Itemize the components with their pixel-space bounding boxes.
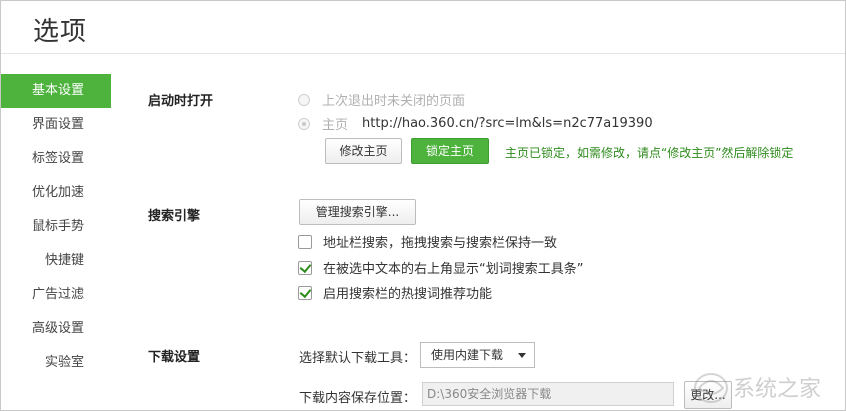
- download-path-input[interactable]: D:\360安全浏览器下载: [422, 382, 674, 406]
- startup-option-last[interactable]: 上次退出时未关闭的页面: [298, 90, 465, 109]
- home-lock-hint: 主页已锁定，如需修改，请点“修改主页”然后解除锁定: [505, 146, 794, 160]
- sidebar: 基本设置 界面设置 标签设置 优化加速 鼠标手势 快捷键 广告过滤 高级设置 实…: [1, 74, 111, 380]
- search-option-sync-label: 地址栏搜索，拖拽搜索与搜索栏保持一致: [323, 236, 558, 251]
- download-tool-value: 使用内建下载: [431, 348, 504, 362]
- window-title: 选项: [33, 17, 88, 47]
- checkbox-hot-words[interactable]: [298, 285, 312, 300]
- search-option-selection-toolbar-label: 在被选中文本的右上角显示“划词搜索工具条”: [323, 262, 584, 277]
- radio-home[interactable]: [298, 117, 310, 130]
- modify-home-button[interactable]: 修改主页: [325, 138, 402, 164]
- radio-last-session[interactable]: [298, 93, 310, 106]
- startup-option-last-label: 上次退出时未关闭的页面: [322, 94, 466, 109]
- startup-option-home[interactable]: 主页 http://hao.360.cn/?src=lm&ls=n2c77a19…: [298, 114, 653, 133]
- sidebar-item-adblock[interactable]: 广告过滤: [1, 278, 111, 312]
- manage-search-engines-button[interactable]: 管理搜索引擎...: [299, 199, 416, 225]
- download-tool-label: 选择默认下载工具：: [299, 351, 417, 366]
- watermark-logo: 系统之家: [694, 373, 821, 403]
- startup-section-label: 启动时打开: [148, 94, 214, 109]
- sidebar-item-shortcuts[interactable]: 快捷键: [1, 244, 111, 278]
- sidebar-item-gestures[interactable]: 鼠标手势: [1, 210, 111, 244]
- header-divider: [1, 53, 845, 54]
- search-option-hot-words[interactable]: 启用搜索栏的热搜词推荐功能: [298, 283, 492, 302]
- sidebar-item-basic[interactable]: 基本设置: [1, 74, 111, 108]
- download-path-label: 下载内容保存位置：: [299, 391, 417, 406]
- checkbox-sync-search[interactable]: [298, 234, 312, 249]
- sidebar-item-lab[interactable]: 实验室: [1, 346, 111, 380]
- startup-option-home-label: 主页: [322, 118, 349, 133]
- sidebar-item-interface[interactable]: 界面设置: [1, 108, 111, 142]
- search-section-label: 搜索引擎: [148, 209, 201, 224]
- download-section-label: 下载设置: [148, 350, 201, 365]
- home-url: http://hao.360.cn/?src=lm&ls=n2c77a19390: [362, 116, 653, 131]
- chevron-down-icon: [518, 353, 526, 358]
- download-tool-select[interactable]: 使用内建下载: [420, 342, 535, 368]
- sidebar-item-tabs[interactable]: 标签设置: [1, 142, 111, 176]
- sidebar-item-advanced[interactable]: 高级设置: [1, 312, 111, 346]
- search-option-selection-toolbar[interactable]: 在被选中文本的右上角显示“划词搜索工具条”: [298, 258, 583, 277]
- svg-text:系统之家: 系统之家: [733, 377, 821, 402]
- search-option-hot-words-label: 启用搜索栏的热搜词推荐功能: [323, 287, 493, 302]
- lock-home-button[interactable]: 锁定主页: [411, 138, 489, 164]
- search-option-sync[interactable]: 地址栏搜索，拖拽搜索与搜索栏保持一致: [298, 232, 557, 251]
- checkbox-selection-toolbar[interactable]: [298, 260, 312, 275]
- sidebar-item-optimize[interactable]: 优化加速: [1, 176, 111, 210]
